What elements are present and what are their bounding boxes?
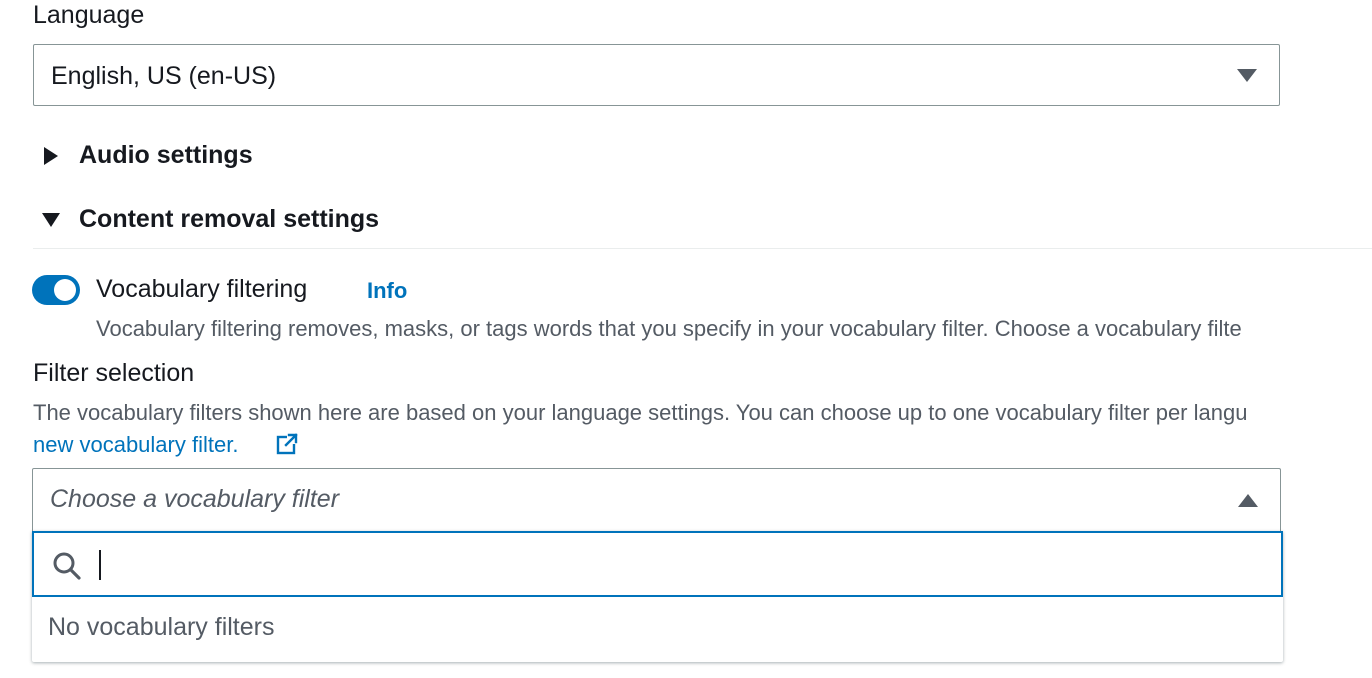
vocabulary-filter-dropdown: No vocabulary filters [32, 531, 1283, 662]
external-link-icon[interactable] [276, 433, 298, 455]
language-select-value: English, US (en-US) [51, 62, 277, 90]
vocabulary-filter-placeholder: Choose a vocabulary filter [50, 485, 340, 513]
vocabulary-filtering-label: Vocabulary filtering [96, 275, 308, 303]
info-link[interactable]: Info [367, 278, 407, 304]
caret-down-icon [1237, 69, 1257, 82]
toggle-knob [54, 279, 76, 301]
vocabulary-filtering-description: Vocabulary filtering removes, masks, or … [96, 316, 1242, 341]
filter-search-input[interactable] [32, 531, 1283, 597]
collapse-arrow-icon[interactable] [42, 213, 60, 227]
filter-selection-label: Filter selection [33, 359, 195, 387]
content-removal-settings-toggle[interactable]: Content removal settings [79, 205, 379, 234]
text-cursor [99, 550, 101, 580]
language-select[interactable]: English, US (en-US) [33, 44, 1280, 106]
vocabulary-filter-select[interactable]: Choose a vocabulary filter [32, 468, 1281, 532]
caret-up-icon [1238, 494, 1258, 507]
audio-settings-toggle[interactable]: Audio settings [79, 141, 253, 170]
create-vocabulary-filter-link[interactable]: new vocabulary filter. [33, 432, 238, 458]
vocabulary-filtering-toggle[interactable] [32, 275, 80, 305]
section-divider [33, 248, 1372, 249]
search-icon [52, 551, 82, 581]
expand-arrow-icon[interactable] [44, 147, 58, 165]
filter-selection-description: The vocabulary filters shown here are ba… [33, 400, 1248, 425]
language-label: Language [33, 1, 145, 29]
empty-state-text: No vocabulary filters [48, 613, 275, 641]
